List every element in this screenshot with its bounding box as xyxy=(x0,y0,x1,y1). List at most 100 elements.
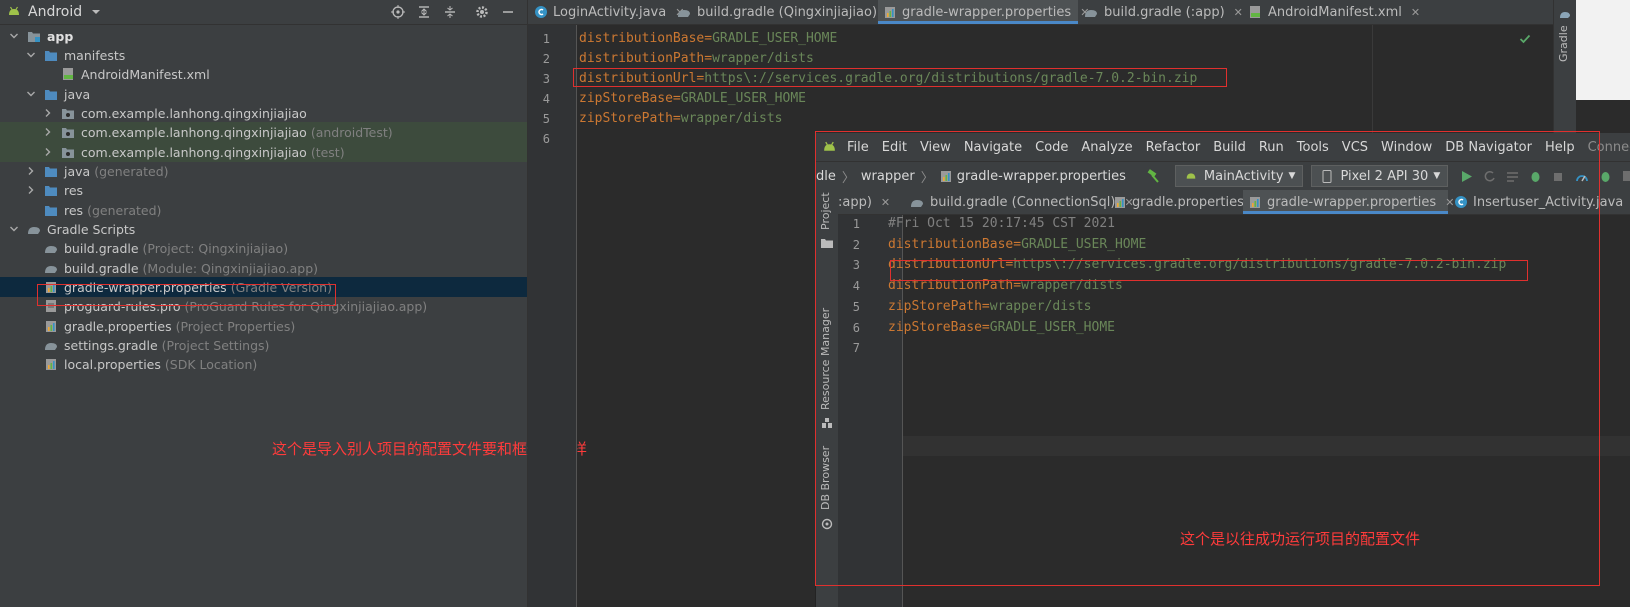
tree-item[interactable]: build.gradle (Project: Qingxinjiajiao) xyxy=(0,238,527,258)
editor-tab-label: gradle-wrapper.properties xyxy=(902,4,1072,20)
editor-tab[interactable]: LoginActivity.java✕ xyxy=(528,0,684,24)
property-separator: = xyxy=(704,51,713,66)
minimize-icon[interactable] xyxy=(500,4,516,20)
tree-item-label: com.example.lanhong.qingxinjiajiao xyxy=(81,124,307,140)
tree-item-label: res xyxy=(64,202,84,218)
tree-item-hint: (Project: Qingxinjiajiao) xyxy=(142,240,289,256)
project-view-label: Android xyxy=(28,4,83,20)
annotation-box-overlay-line xyxy=(890,260,1528,281)
code-line[interactable]: distributionPath=wrapper/dists xyxy=(579,51,814,66)
tree-item-label: AndroidManifest.xml xyxy=(81,66,210,82)
annotation-box-overlay xyxy=(815,131,1600,586)
tree-item-label: java xyxy=(64,86,91,102)
tree-arrow-spacer xyxy=(25,358,37,370)
property-value: wrapper/dists xyxy=(680,111,783,126)
tree-item-label: res xyxy=(64,182,84,198)
manifest-file-icon xyxy=(1247,4,1263,20)
chevron-right-icon[interactable] xyxy=(42,146,54,158)
annotation-box-left xyxy=(37,284,336,306)
tree-item[interactable]: app xyxy=(0,26,527,46)
tree-item[interactable]: AndroidManifest.xml xyxy=(0,64,527,84)
tree-item-label: java xyxy=(64,163,91,179)
tree-item-label: gradle.properties xyxy=(64,318,172,334)
annotation-note-right: 这个是以往成功运行项目的配置文件 xyxy=(1180,530,1421,548)
tree-item[interactable]: java (generated) xyxy=(0,161,527,181)
editor-tab[interactable]: gradle-wrapper.properties ✕ xyxy=(878,0,1089,24)
property-value: GRADLE_USER_HOME xyxy=(680,91,806,106)
property-separator: = xyxy=(672,91,681,106)
tree-item[interactable]: com.example.lanhong.qingxinjiajiao xyxy=(0,103,527,123)
java-class-icon xyxy=(534,4,548,20)
tree-item[interactable]: res xyxy=(0,180,527,200)
close-icon[interactable]: ✕ xyxy=(1411,6,1420,19)
gradle-file-icon xyxy=(1084,4,1099,20)
annotation-box-main xyxy=(573,68,1227,87)
tree-item-hint: (Module: Qingxinjiajiao.app) xyxy=(142,260,319,276)
folder-icon xyxy=(43,202,59,218)
folder-icon xyxy=(43,163,59,179)
inspection-ok-icon xyxy=(1519,30,1531,49)
editor-tab-label: AndroidManifest.xml xyxy=(1268,4,1402,20)
tree-item-hint: (generated) xyxy=(87,202,162,218)
chevron-right-icon[interactable] xyxy=(42,107,54,119)
editor-tab-label: build.gradle (:app) xyxy=(1104,4,1225,20)
chevron-down-icon[interactable] xyxy=(8,223,20,235)
chevron-right-icon[interactable] xyxy=(42,126,54,138)
tree-arrow-spacer xyxy=(25,262,37,274)
editor-gutter: 1 2 3 4 5 6 xyxy=(528,25,577,607)
editor-tab-label: LoginActivity.java xyxy=(553,4,667,20)
gradle-tool-label[interactable]: Gradle xyxy=(1557,25,1570,62)
property-value: GRADLE_USER_HOME xyxy=(712,31,838,46)
project-panel-header: Android xyxy=(0,0,527,25)
property-key: zipStorePath xyxy=(579,111,673,126)
manifest-file-icon xyxy=(60,66,76,82)
locate-icon[interactable] xyxy=(390,4,406,20)
tree-item[interactable]: local.properties (SDK Location) xyxy=(0,354,527,374)
line-number: 1 xyxy=(542,32,550,46)
chevron-down-icon[interactable] xyxy=(8,30,20,42)
collapse-all-icon[interactable] xyxy=(442,4,458,20)
code-line[interactable]: zipStorePath=wrapper/dists xyxy=(579,111,783,126)
gradle-file-icon xyxy=(43,337,59,353)
gradle-icon[interactable] xyxy=(1557,6,1573,22)
property-value: wrapper/dists xyxy=(712,51,814,66)
tree-item-label: build.gradle xyxy=(64,240,139,256)
tree-item[interactable]: build.gradle (Module: Qingxinjiajiao.app) xyxy=(0,258,527,278)
tree-arrow-spacer xyxy=(25,320,37,332)
tree-arrow-spacer xyxy=(25,339,37,351)
module-folder-icon xyxy=(26,28,42,44)
expand-all-icon[interactable] xyxy=(416,4,432,20)
tree-item-label: app xyxy=(47,28,74,44)
tree-item[interactable]: java xyxy=(0,84,527,104)
gradle-file-icon xyxy=(677,4,692,20)
tree-item[interactable]: res (generated) xyxy=(0,200,527,220)
tree-item[interactable]: com.example.lanhong.qingxinjiajiao (andro… xyxy=(0,122,527,142)
project-view-selector[interactable]: Android xyxy=(6,0,104,24)
tree-item-hint: (Project Settings) xyxy=(161,337,270,353)
chevron-right-icon[interactable] xyxy=(25,184,37,196)
chevron-right-icon[interactable] xyxy=(25,165,37,177)
tree-item[interactable]: manifests xyxy=(0,45,527,65)
package-icon xyxy=(60,144,76,160)
stop-icon[interactable] xyxy=(1622,168,1630,184)
tree-item[interactable]: settings.gradle (Project Settings) xyxy=(0,335,527,355)
line-number: 4 xyxy=(542,92,550,106)
tree-item-label: local.properties xyxy=(64,356,161,372)
chevron-down-icon[interactable] xyxy=(25,88,37,100)
tree-item[interactable]: gradle.properties (Project Properties) xyxy=(0,316,527,336)
chevron-down-icon[interactable] xyxy=(25,49,37,61)
tree-item-label: settings.gradle xyxy=(64,337,158,353)
gear-icon[interactable] xyxy=(474,4,490,20)
code-line[interactable]: distributionBase=GRADLE_USER_HOME xyxy=(579,31,837,46)
property-separator: = xyxy=(704,31,713,46)
editor-tab[interactable]: build.gradle (:app) ✕ xyxy=(1078,0,1243,24)
editor-tab[interactable]: AndroidManifest.xml ✕ xyxy=(1241,0,1421,24)
line-number: 5 xyxy=(542,112,550,126)
tree-item[interactable]: com.example.lanhong.qingxinjiajiao (test) xyxy=(0,142,527,162)
tree-item-hint: (Project Properties) xyxy=(175,318,296,334)
editor-tab[interactable]: build.gradle (Qingxinjiajiao)✕ xyxy=(671,0,895,24)
tree-arrow-spacer xyxy=(25,281,37,293)
tree-item[interactable]: Gradle Scripts xyxy=(0,219,527,239)
bug-settings-icon[interactable] xyxy=(1599,168,1612,184)
code-line[interactable]: zipStoreBase=GRADLE_USER_HOME xyxy=(579,91,806,106)
